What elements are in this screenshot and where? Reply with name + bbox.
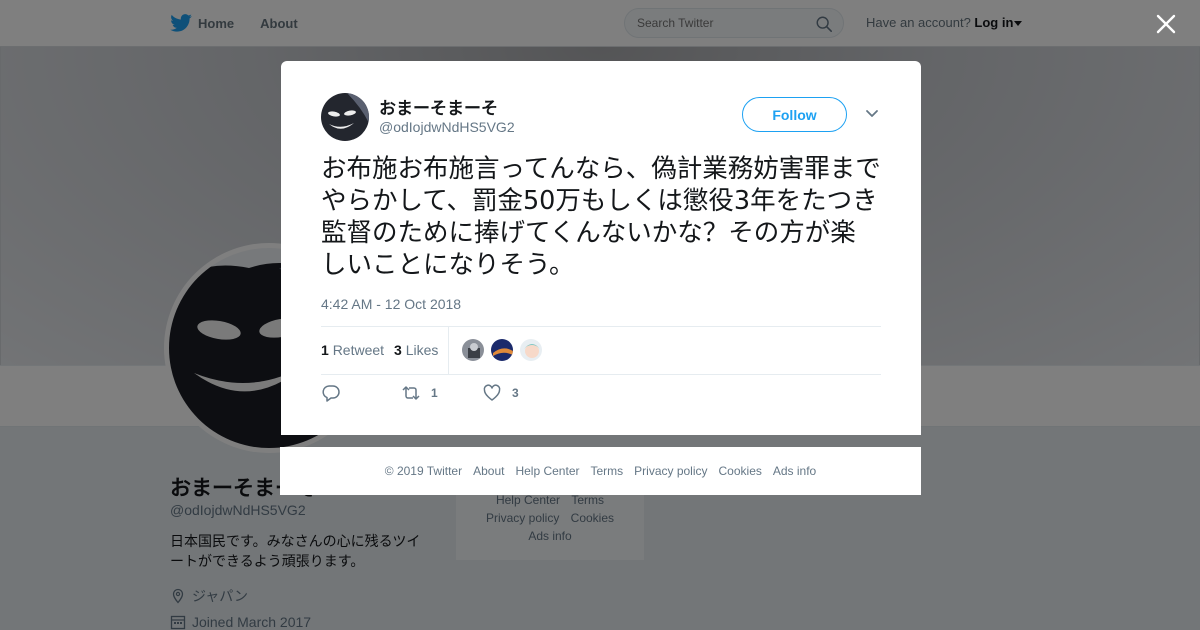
footer-copyright: © 2019 Twitter <box>384 464 463 478</box>
likes-stat-label: Likes <box>405 342 439 358</box>
retweet-icon <box>402 386 420 400</box>
retweet-stat-label: Retweet <box>332 342 385 358</box>
retweet-stat-count: 1 <box>321 342 329 358</box>
footer-link-cookies[interactable]: Cookies <box>719 464 762 478</box>
avatar-image <box>491 339 513 361</box>
liker-avatar[interactable] <box>519 338 543 362</box>
follow-button[interactable]: Follow <box>742 97 847 132</box>
tweet-stats: 1 Retweet 3 Likes <box>321 326 881 375</box>
footer-link-privacy[interactable]: Privacy policy <box>634 464 707 478</box>
tweet-author-avatar[interactable] <box>321 93 369 141</box>
retweet-action-count: 1 <box>431 386 438 400</box>
chevron-down-icon[interactable] <box>865 109 879 119</box>
like-action-count: 3 <box>512 386 519 400</box>
tweet-author-handle[interactable]: @odIojdwNdHS5VG2 <box>379 119 515 135</box>
avatar-image <box>462 339 484 361</box>
liker-avatar[interactable] <box>461 338 485 362</box>
close-icon[interactable] <box>1155 13 1177 35</box>
avatar-image <box>321 93 369 141</box>
footer-link-ads-info[interactable]: Ads info <box>773 464 816 478</box>
retweet-button[interactable]: 1 <box>401 383 438 403</box>
tweet-modal: おまーそまーそ @odIojdwNdHS5VG2 Follow お布施お布施言っ… <box>281 61 921 435</box>
likes-stat-count: 3 <box>394 342 402 358</box>
reply-icon <box>322 385 340 402</box>
footer-link-terms[interactable]: Terms <box>590 464 623 478</box>
tweet-author-name[interactable]: おまーそまーそ <box>379 94 498 119</box>
tweet-timestamp[interactable]: 4:42 AM - 12 Oct 2018 <box>321 296 461 312</box>
avatar-image <box>520 339 542 361</box>
retweet-stat[interactable]: 1 Retweet <box>321 342 384 358</box>
heart-icon <box>483 384 501 401</box>
modal-footer: © 2019 Twitter About Help Center Terms P… <box>280 447 921 495</box>
footer-link-about[interactable]: About <box>473 464 504 478</box>
likes-stat[interactable]: 3 Likes <box>394 342 438 358</box>
reply-button[interactable] <box>321 383 351 403</box>
tweet-text: お布施お布施言ってんなら、偽計業務妨害罪までやらかして、罰金50万もしくは懲役3… <box>321 154 881 280</box>
stats-divider <box>448 327 449 374</box>
like-button[interactable]: 3 <box>482 383 519 403</box>
footer-link-help-center[interactable]: Help Center <box>515 464 579 478</box>
liker-avatar[interactable] <box>490 338 514 362</box>
